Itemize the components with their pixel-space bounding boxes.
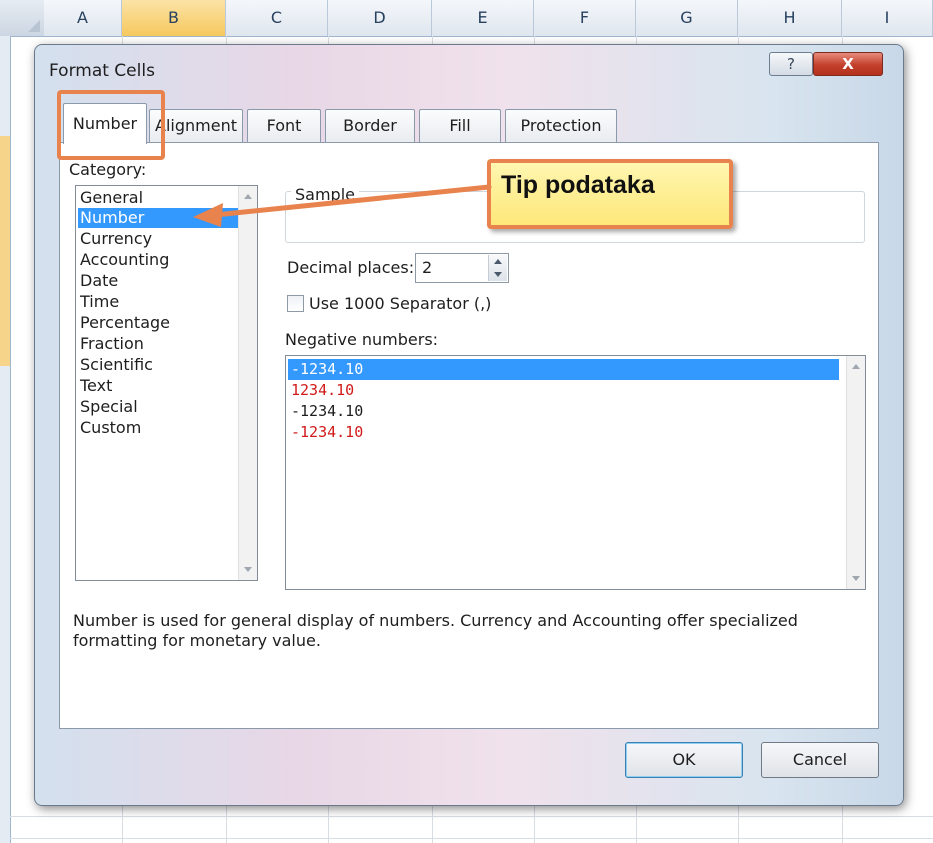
column-header-g[interactable]: G: [636, 0, 738, 36]
column-header-f[interactable]: F: [534, 0, 636, 36]
column-header-bar: A B C D E F G H I: [0, 0, 933, 37]
column-header-a[interactable]: A: [44, 0, 122, 36]
column-header-h[interactable]: H: [738, 0, 842, 36]
grid-line: [10, 816, 933, 817]
row-header-bar: [0, 36, 11, 843]
column-header-b[interactable]: B: [122, 0, 226, 36]
column-header-e[interactable]: E: [432, 0, 534, 36]
select-all-corner[interactable]: [0, 0, 44, 36]
row-header-selection: [0, 136, 10, 366]
column-header-i[interactable]: I: [842, 0, 933, 36]
column-header-d[interactable]: D: [328, 0, 432, 36]
column-header-c[interactable]: C: [226, 0, 328, 36]
annotation-arrow-icon: [193, 184, 492, 227]
grid-line: [10, 838, 933, 839]
format-cells-dialog: Format Cells ? X Number Alignment Font B…: [34, 44, 904, 806]
